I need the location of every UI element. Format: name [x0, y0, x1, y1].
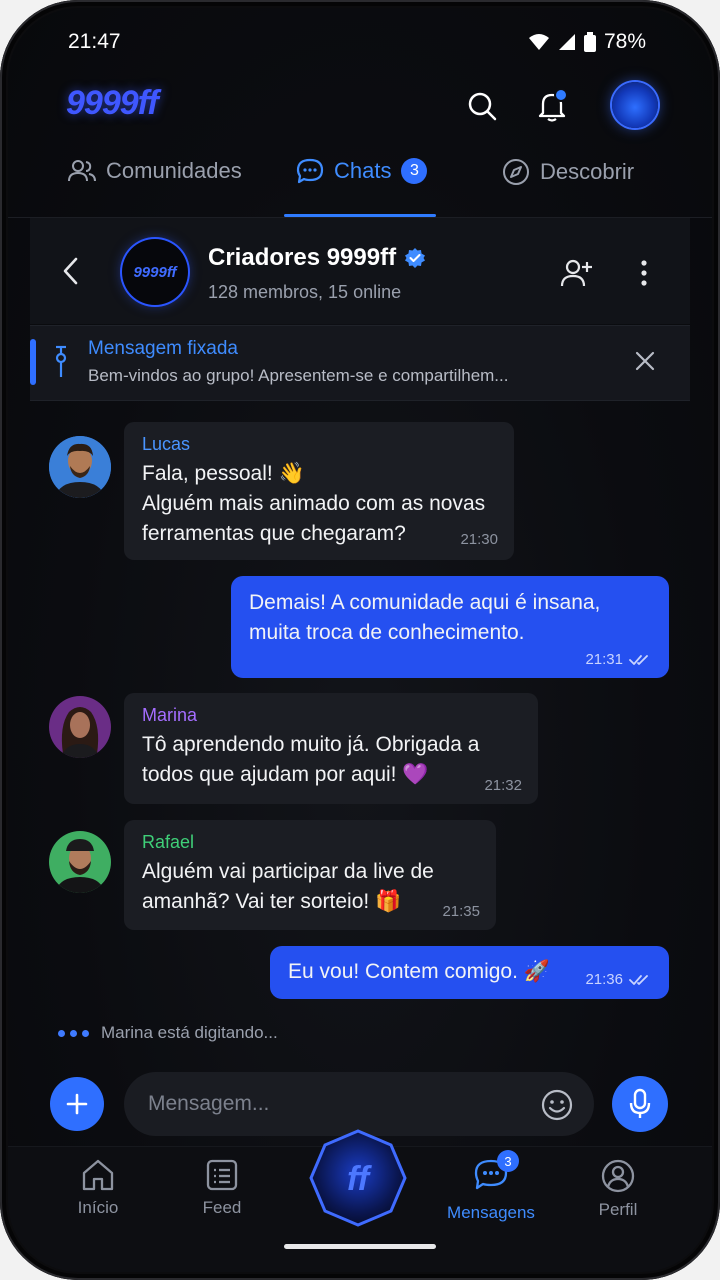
- notifications-button[interactable]: [530, 84, 574, 128]
- message-bubble-marina[interactable]: Marina Tô aprendendo muito já. Obrigada …: [124, 693, 538, 804]
- nav-label: Início: [77, 1198, 119, 1217]
- tab-label: Comunidades: [106, 158, 242, 183]
- typing-dots: [58, 1029, 89, 1037]
- nav-feed[interactable]: Feed: [167, 1158, 277, 1218]
- add-member-button[interactable]: [560, 258, 594, 293]
- avatar-marina[interactable]: [49, 696, 111, 758]
- close-pinned-button[interactable]: [634, 350, 656, 377]
- double-check-icon: [629, 974, 648, 985]
- notification-dot: [554, 88, 568, 102]
- group-avatar[interactable]: 9999ff: [122, 239, 188, 305]
- add-user-icon: [560, 259, 592, 287]
- more-options-button[interactable]: [638, 258, 650, 293]
- status-icons: 78%: [528, 30, 646, 54]
- nav-mensagens[interactable]: 3 Mensagens: [436, 1150, 546, 1223]
- message-meta: 21:31: [585, 651, 653, 668]
- verified-badge-icon: [405, 248, 426, 268]
- message-text: Demais! A comunidade aqui é insana, muit…: [249, 591, 601, 644]
- nav-label: Mensagens: [447, 1203, 535, 1222]
- screen: 21:47 78% 9999ff Comunidades Chats 3 Des…: [8, 8, 712, 1272]
- compass-icon: [503, 159, 529, 185]
- app-logo[interactable]: 9999ff: [66, 84, 159, 123]
- wifi-icon: [528, 34, 549, 50]
- phone-frame: 21:47 78% 9999ff Comunidades Chats 3 Des…: [0, 0, 720, 1280]
- message-text: Fala, pessoal! 👋 Alguém mais animado com…: [142, 462, 486, 545]
- more-vertical-icon: [641, 260, 647, 286]
- message-input-container: [124, 1072, 594, 1136]
- battery-percent: 78%: [603, 30, 646, 53]
- group-title: Criadores 9999ff: [208, 244, 397, 271]
- message-bubble-outgoing[interactable]: Eu vou! Contem comigo. 🚀 21:36: [270, 946, 669, 999]
- message-time: 21:31: [585, 651, 623, 668]
- typing-text: Marina está digitando...: [101, 1023, 278, 1042]
- back-button[interactable]: [58, 256, 84, 291]
- messages-count-badge: 3: [497, 1150, 519, 1172]
- battery-icon: [583, 32, 596, 52]
- emoji-icon[interactable]: [540, 1088, 574, 1122]
- microphone-icon: [629, 1088, 651, 1118]
- avatar-lucas[interactable]: [49, 436, 111, 498]
- pinned-text: Bem-vindos ao grupo! Apresentem-se e com…: [88, 366, 509, 385]
- message-time: 21:32: [484, 777, 522, 794]
- user-circle-icon: [601, 1159, 635, 1193]
- close-icon: [635, 351, 655, 371]
- messages-icon-wrapper: 3: [473, 1150, 519, 1197]
- attach-button[interactable]: [50, 1077, 104, 1131]
- pinned-title: Mensagem fixada: [88, 338, 238, 359]
- users-icon: [68, 160, 96, 182]
- tab-label: Descobrir: [540, 159, 635, 184]
- feed-icon: [206, 1159, 238, 1191]
- message-meta: 21:36: [585, 971, 653, 988]
- sender-name: Marina: [142, 705, 198, 725]
- message-bubble-lucas[interactable]: Lucas Fala, pessoal! 👋 Alguém mais anima…: [124, 422, 514, 560]
- message-text: Tô aprendendo muito já. Obrigada a todos…: [142, 733, 480, 786]
- nav-label: Feed: [202, 1198, 242, 1217]
- profile-avatar[interactable]: [612, 82, 658, 128]
- status-time: 21:47: [68, 30, 121, 53]
- message-bubble-outgoing[interactable]: Demais! A comunidade aqui é insana, muit…: [231, 576, 669, 678]
- chat-bubble-icon: [296, 158, 324, 184]
- tab-descobrir[interactable]: Descobrir: [502, 158, 634, 186]
- group-name[interactable]: Criadores 9999ff: [208, 244, 426, 272]
- tab-comunidades[interactable]: Comunidades: [68, 158, 242, 184]
- nav-inicio[interactable]: Início: [43, 1158, 153, 1218]
- center-button-label: ff: [347, 1160, 373, 1198]
- double-check-icon: [629, 654, 648, 665]
- plus-icon: [66, 1093, 88, 1115]
- tab-label: Chats: [334, 158, 392, 183]
- nav-perfil[interactable]: Perfil: [563, 1158, 673, 1220]
- voice-message-button[interactable]: [612, 1076, 668, 1132]
- message-text: Alguém vai participar da live de amanhã?…: [142, 860, 434, 913]
- center-action-button[interactable]: ff: [308, 1128, 408, 1228]
- pinned-message[interactable]: [30, 325, 690, 401]
- nav-label: Perfil: [598, 1200, 638, 1219]
- search-button[interactable]: [460, 84, 504, 128]
- message-input[interactable]: [146, 1091, 530, 1117]
- message-bubble-rafael[interactable]: Rafael Alguém vai participar da live de …: [124, 820, 496, 930]
- chevron-left-icon: [63, 257, 78, 285]
- group-members-info: 128 membros, 15 online: [208, 282, 402, 302]
- sender-name: Rafael: [142, 832, 195, 852]
- home-icon: [82, 1159, 114, 1191]
- message-time: 21:36: [585, 971, 623, 988]
- home-indicator[interactable]: [284, 1244, 436, 1249]
- search-icon: [468, 92, 497, 121]
- pin-icon: [53, 345, 69, 384]
- tab-chats[interactable]: Chats 3: [296, 158, 428, 184]
- typing-indicator: Marina está digitando...: [58, 1023, 278, 1043]
- pinned-accent-bar: [30, 339, 36, 385]
- chats-count-badge: 3: [401, 158, 428, 184]
- message-time: 21:30: [460, 531, 498, 548]
- avatar-rafael[interactable]: [49, 831, 111, 893]
- message-time: 21:35: [442, 903, 480, 920]
- sender-name: Lucas: [142, 434, 191, 454]
- signal-icon: [558, 34, 575, 50]
